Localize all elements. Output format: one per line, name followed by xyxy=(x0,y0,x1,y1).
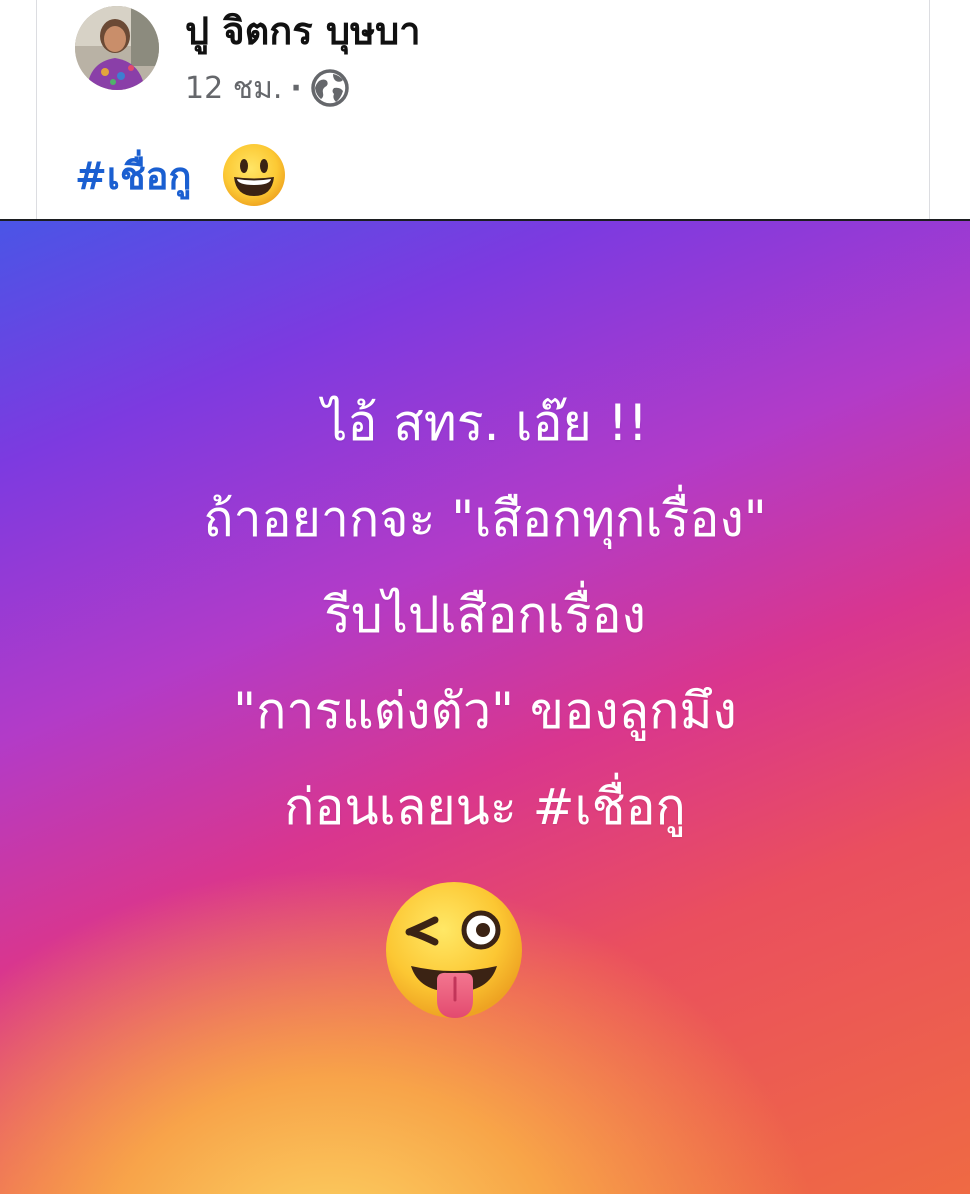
colored-background-post: ไอ้ สทร. เอ๊ย !! ถ้าอยากจะ "เสือกทุกเรื่… xyxy=(0,220,970,1194)
post-timestamp[interactable]: 12 ชม. xyxy=(185,65,282,112)
post-line-1: ไอ้ สทร. เอ๊ย !! xyxy=(322,394,648,452)
post-line-2: ถ้าอยากจะ "เสือกทุกเรื่อง" xyxy=(203,490,767,548)
post-line-3: รีบไปเสือกเรื่อง xyxy=(324,586,646,644)
post-card: ปู จิตกร บุษบา 12 ชม. · #เชื่อกู xyxy=(36,0,930,220)
image-top-border xyxy=(0,219,970,221)
post-line-5: ก่อนเลยนะ #เชื่อกู xyxy=(284,778,686,836)
background-post-text: ไอ้ สทร. เอ๊ย !! ถ้าอยากจะ "เสือกทุกเรื่… xyxy=(0,375,970,855)
caption-hashtag[interactable]: #เชื่อกู xyxy=(75,145,191,206)
post-meta: 12 ชม. · xyxy=(185,66,350,110)
globe-icon[interactable] xyxy=(310,68,350,108)
post-line-4: "การแต่งตัว" ของลูกมึง xyxy=(233,682,737,740)
bottom-margin xyxy=(0,1194,970,1200)
avatar-photo xyxy=(75,6,159,90)
post-caption: #เชื่อกู xyxy=(75,140,287,210)
winking-face-with-tongue-emoji xyxy=(381,880,527,1026)
author-name[interactable]: ปู จิตกร บุษบา xyxy=(185,0,421,61)
meta-separator: · xyxy=(290,70,302,106)
author-avatar[interactable] xyxy=(75,6,159,90)
grinning-face-emoji xyxy=(221,142,287,208)
